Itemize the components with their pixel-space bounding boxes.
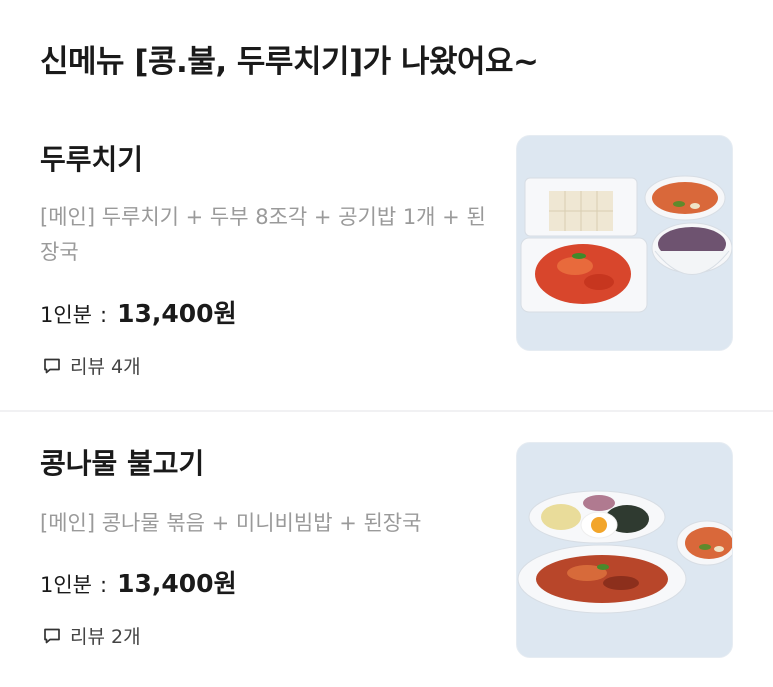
menu-page: 신메뉴 [콩.불, 두루치기]가 나왔어요~ 두루치기 [메인] 두루치기 + … (0, 0, 773, 687)
menu-item-name: 두루치기 (40, 143, 144, 176)
price-separator: : (100, 303, 108, 327)
review-count: 리뷰 4개 (70, 356, 141, 378)
price-unit-label: 1인분 (40, 303, 93, 327)
price-value: 13,400원 (117, 569, 237, 598)
review-link[interactable]: 리뷰 2개 (42, 622, 141, 649)
menu-item-name: 콩나물 불고기 (40, 447, 205, 480)
menu-item-price-row: 1인분 : 13,400원 (40, 294, 237, 330)
comment-icon (44, 358, 60, 373)
duruchigi-set-photo (517, 136, 732, 350)
menu-item-duruchigi[interactable]: 두루치기 [메인] 두루치기 + 두부 8조각 + 공기밥 1개 + 된장국 1… (0, 118, 773, 410)
menu-item-kongbul[interactable]: 콩나물 불고기 [메인] 콩나물 볶음 + 미니비빔밥 + 된장국 1인분 : … (0, 412, 773, 687)
menu-item-description: [메인] 두루치기 + 두부 8조각 + 공기밥 1개 + 된장국 (40, 205, 486, 264)
menu-item-price-row: 1인분 : 13,400원 (40, 564, 237, 600)
price-value: 13,400원 (117, 299, 237, 328)
comment-icon (44, 628, 60, 643)
review-count: 리뷰 2개 (70, 626, 141, 648)
page-title: 신메뉴 [콩.불, 두루치기]가 나왔어요~ (40, 44, 539, 80)
menu-item-image[interactable] (516, 442, 733, 658)
menu-item-image[interactable] (516, 135, 733, 351)
price-separator: : (100, 573, 108, 597)
price-unit-label: 1인분 (40, 573, 93, 597)
menu-item-description: [메인] 콩나물 볶음 + 미니비빔밥 + 된장국 (40, 511, 422, 535)
kongbul-set-photo (517, 443, 732, 657)
review-link[interactable]: 리뷰 4개 (42, 352, 141, 379)
